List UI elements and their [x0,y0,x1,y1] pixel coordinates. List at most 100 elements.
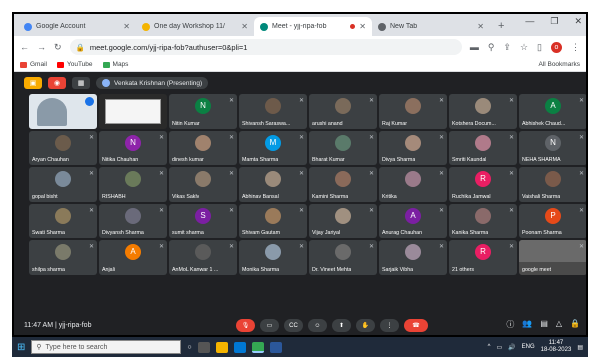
participant-tile[interactable]: ✕ Raj Kumar [379,94,447,129]
share-icon[interactable]: ⇪ [503,42,511,53]
participant-tile[interactable]: A ✕ Anjali [99,240,167,275]
participant-tile[interactable]: ✕ Kotshera Docum... [449,94,517,129]
back-icon[interactable]: ← [20,42,29,52]
chrome-icon[interactable] [251,341,264,353]
reload-icon[interactable]: ↻ [54,42,62,53]
raise-hand-icon[interactable]: ✋ [356,319,375,332]
tab-close-icon[interactable]: ✕ [477,22,484,31]
layout-icon[interactable]: ▦ [72,77,90,89]
browser-tab[interactable]: Google Account ✕ [18,17,136,36]
participant-tile[interactable]: ✕ Divya Sharma [379,130,447,165]
bookmark-item[interactable]: YouTube [56,61,93,68]
participant-tile[interactable] [29,94,97,129]
browser-tab[interactable]: Meet - yjj-ripa-fob ✕ [254,17,372,36]
profile-avatar[interactable]: o [551,41,562,53]
forward-icon[interactable]: → [37,42,46,52]
participant-tile[interactable]: ✕ Divyansh Sharma [99,203,167,238]
participant-tile[interactable]: N ✕ Nitin Kumar [169,94,237,129]
tab-close-icon[interactable]: ✕ [123,22,130,31]
participant-tile[interactable]: ✕ Vaishali Sharma [519,167,586,202]
activities-panel-icon[interactable]: △ [556,319,562,330]
participant-tile[interactable]: ✕ Kritika [379,167,447,202]
participant-tile[interactable]: R ✕ 21 others [449,240,517,275]
minimize-icon[interactable]: — [525,16,534,27]
activities-icon[interactable]: ▣ [24,77,42,89]
participant-tile[interactable]: S ✕ sumit sharma [169,203,237,238]
participant-tile[interactable]: ✕ Monika Sharma [239,240,307,275]
camera-toggle-icon[interactable]: ▭ [260,319,279,332]
participant-tile[interactable]: ✕ google meet [519,240,586,275]
participant-tile[interactable]: ✕ Dr. Vineet Mehta [309,240,377,275]
participant-tile[interactable]: ✕ RISHABH [99,167,167,202]
participant-tile[interactable]: ✕ Vijay Jariyal [309,203,377,238]
participant-tile[interactable]: ✕ Smriti Kaundal [449,130,517,165]
tab-close-icon[interactable]: ✕ [241,22,248,31]
host-controls-icon[interactable]: 🔒 [570,319,580,330]
new-tab-button[interactable]: + [490,17,512,36]
people-icon[interactable]: 👥 [522,319,532,330]
emoji-icon[interactable]: ☺ [308,319,327,332]
word-icon[interactable] [269,341,282,353]
volume-icon[interactable]: 🔊 [508,344,515,351]
participant-tile[interactable]: M ✕ Mamta Sharma [239,130,307,165]
info-icon[interactable]: ⓘ [506,319,514,330]
address-bar[interactable]: 🔒 meet.google.com/yjj-ripa-fob?authuser=… [69,39,462,55]
participant-tile[interactable]: A ✕ Anurag Chauhan [379,203,447,238]
task-view-icon[interactable] [197,341,210,353]
browser-tab[interactable]: New Tab ✕ [372,17,490,36]
participant-tile[interactable]: ✕ Kamini Sharma [309,167,377,202]
presenting-chip[interactable]: Venkata Krishnan (Presenting) [96,77,209,89]
site-info-icon[interactable]: 🔒 [76,43,85,52]
participant-tile[interactable]: ✕ AnMoL Kanwar 1 ... [169,240,237,275]
file-explorer-icon[interactable] [215,341,228,353]
sidepanel-icon[interactable]: ▯ [537,42,542,53]
mic-toggle-icon[interactable]: 🎙 [236,319,255,332]
restore-icon[interactable]: ❐ [550,16,558,27]
notifications-icon[interactable]: ▤ [577,344,583,351]
close-window-icon[interactable]: ✕ [574,16,582,27]
bookmark-star-icon[interactable]: ☆ [520,42,528,53]
zoom-icon[interactable]: ⚲ [488,42,495,53]
address-text: meet.google.com/yjj-ripa-fob?authuser=0&… [89,42,248,52]
camera-status-icon[interactable]: ▬ [470,42,479,52]
participant-tile[interactable]: ✕ arushi anand [309,94,377,129]
more-options-icon[interactable]: ⋮ [380,319,399,332]
bookmark-item[interactable]: Gmail [20,61,47,68]
participant-tile[interactable]: N ✕ NEHA SHARMA [519,130,586,165]
participant-tile[interactable]: ✕ shilpa sharma [29,240,97,275]
clock[interactable]: 11:47 18-08-2023 [541,340,572,354]
participant-tile[interactable]: A ✕ Abhishek Chaud... [519,94,586,129]
participant-tile[interactable]: ✕ Swati Sharma [29,203,97,238]
participant-tile[interactable]: R ✕ Ruchika Jamwal [449,167,517,202]
network-icon[interactable]: ▭ [496,344,502,351]
edge-icon[interactable] [233,341,246,353]
participant-tile[interactable] [99,94,167,129]
menu-kebab-icon[interactable]: ⋮ [571,42,580,53]
captions-icon[interactable]: CC [284,319,303,332]
participant-tile[interactable]: P ✕ Poonam Sharma [519,203,586,238]
participant-tile[interactable]: ✕ Abhinav Bansal [239,167,307,202]
participant-tile[interactable]: ✕ Aryan Chauhan [29,130,97,165]
browser-tab[interactable]: One day Workshop 11/ ✕ [136,17,254,36]
tab-close-icon[interactable]: ✕ [359,22,366,31]
cortana-icon[interactable]: ○ [187,344,191,351]
participant-tile[interactable]: ✕ Bharat Kumar [309,130,377,165]
participant-tile[interactable]: ✕ Kanika Sharma [449,203,517,238]
taskbar-search[interactable]: ⚲ Type here to search [31,340,182,354]
language-indicator[interactable]: ENG [522,344,535,350]
all-bookmarks[interactable]: All Bookmarks [538,61,580,68]
end-call-icon[interactable]: ☎ [404,319,428,332]
participant-tile[interactable]: N ✕ Nitika Chauhan [99,130,167,165]
participant-tile[interactable]: ✕ dinesh kumar [169,130,237,165]
participant-tile[interactable]: ✕ gopal bisht [29,167,97,202]
participant-tile[interactable]: ✕ Vikas Saklv [169,167,237,202]
participant-tile[interactable]: ✕ Sarjaik Vibha [379,240,447,275]
participant-tile[interactable]: ✕ Shivansh Saraswa... [239,94,307,129]
recording-icon[interactable]: ◉ [48,77,66,89]
tray-arrow-icon[interactable]: ^ [488,344,491,350]
participant-tile[interactable]: ✕ Shivam Gautam [239,203,307,238]
start-icon[interactable]: ⊞ [17,342,25,353]
bookmark-item[interactable]: Maps [102,61,128,68]
chat-icon[interactable]: ▤ [540,319,548,330]
present-icon[interactable]: ⬆ [332,319,351,332]
